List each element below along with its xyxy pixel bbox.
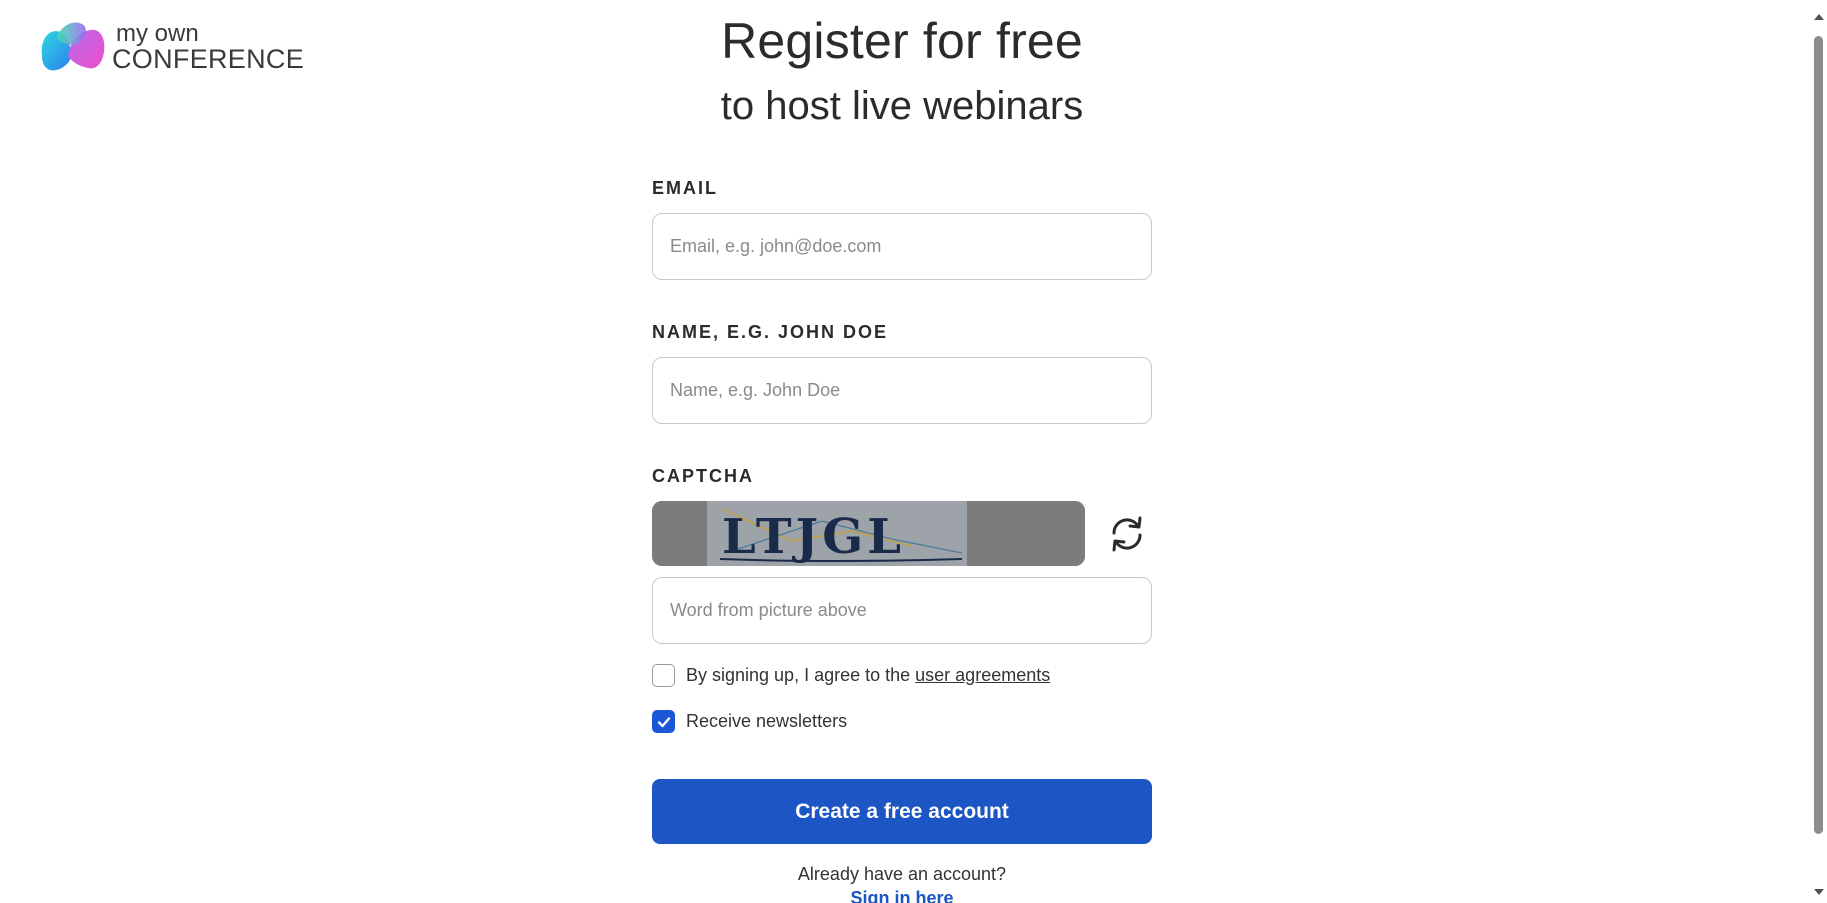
vertical-scrollbar[interactable] (1810, 0, 1827, 903)
captcha-refresh-button[interactable] (1102, 509, 1152, 559)
captcha-picture: LTJGL (652, 501, 1085, 566)
captcha-input[interactable] (652, 577, 1152, 644)
newsletter-row: Receive newsletters (652, 710, 847, 733)
agreement-row: By signing up, I agree to the user agree… (652, 664, 1050, 687)
agreement-text: By signing up, I agree to the (686, 665, 911, 685)
captcha-label: CAPTCHA (652, 466, 754, 486)
agreement-checkbox[interactable] (652, 664, 675, 687)
scroll-thumb[interactable] (1814, 36, 1823, 834)
user-agreements-link[interactable]: user agreements (915, 665, 1050, 686)
email-label: EMAIL (652, 178, 718, 198)
refresh-icon (1112, 516, 1142, 552)
captcha-image: LTJGL (652, 501, 1085, 566)
already-have-account-text: Already have an account? (797, 864, 1007, 884)
scroll-up-arrow-icon[interactable] (1814, 14, 1824, 20)
register-page: my own CONFERENCE Register for free to h… (0, 0, 1827, 903)
checkmark-icon (657, 716, 670, 727)
name-input[interactable] (652, 357, 1152, 424)
name-label: NAME, E.G. JOHN DOE (652, 322, 889, 342)
create-account-button[interactable]: Create a free account (652, 779, 1152, 844)
scroll-down-arrow-icon[interactable] (1814, 889, 1824, 895)
newsletter-text: Receive newsletters (686, 711, 848, 731)
captcha-text: LTJGL (722, 509, 905, 565)
page-title: Register for free (721, 13, 1083, 69)
newsletter-checkbox[interactable] (652, 710, 675, 733)
sign-in-link[interactable]: Sign in here (652, 888, 1152, 903)
email-input[interactable] (652, 213, 1152, 280)
page-subtitle: to host live webinars (720, 84, 1084, 128)
